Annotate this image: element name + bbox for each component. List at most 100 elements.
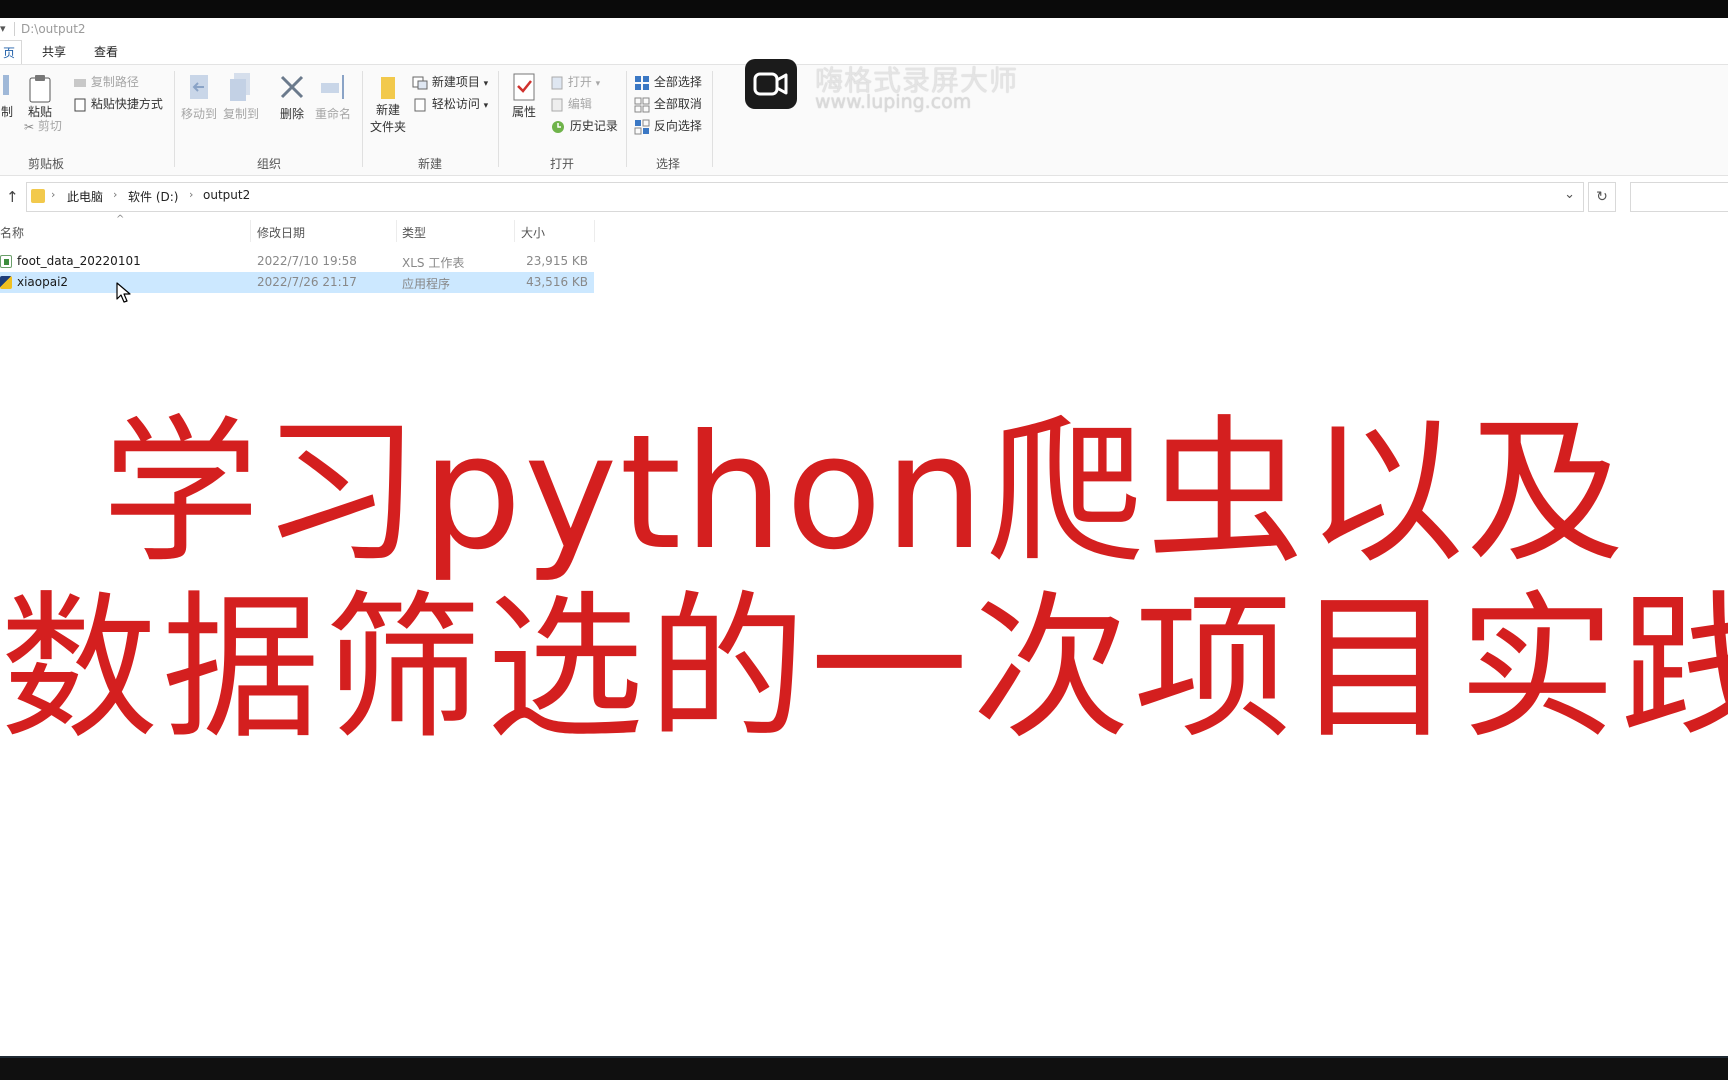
properties-check-icon <box>513 73 535 101</box>
easy-access-button[interactable]: 轻松访问 ▾ <box>412 95 488 113</box>
tab-share[interactable]: 共享 <box>36 40 72 64</box>
open-icon <box>551 76 563 89</box>
chevron-down-icon[interactable]: ⌄ <box>1564 187 1575 202</box>
file-size: 23,915 KB <box>526 254 588 268</box>
window-title-path: D:\output2 <box>21 22 86 36</box>
edit-icon <box>551 98 563 111</box>
caption-line-1: 学习python爬虫以及 <box>101 401 1627 585</box>
file-name: xiaopai2 <box>17 275 69 289</box>
copy-to-button[interactable]: 复制到 <box>220 71 262 122</box>
new-group-label: 新建 <box>418 157 443 171</box>
refresh-button[interactable]: ↻ <box>1588 182 1616 212</box>
file-row[interactable]: foot_data_20220101 2022/7/10 19:58 XLS 工… <box>0 251 594 272</box>
clipboard-group-label: 剪贴板 <box>28 157 65 171</box>
chevron-right-icon[interactable]: › <box>189 188 193 201</box>
caption-line-2: 数据筛选的一次项目实践 <box>0 577 1728 761</box>
breadcrumb-output2[interactable]: output2 <box>203 188 250 202</box>
folder-icon <box>31 189 45 203</box>
clipboard-icon <box>29 75 51 103</box>
column-header-size[interactable]: 大小 <box>521 224 545 241</box>
rename-label: 重命名 <box>314 107 351 121</box>
delete-button[interactable]: 删除 <box>272 71 312 122</box>
column-header-type[interactable]: 类型 <box>402 224 426 241</box>
file-type: XLS 工作表 <box>402 256 465 270</box>
select-none-icon <box>634 97 650 112</box>
open-group-label: 打开 <box>550 157 575 171</box>
column-header-name[interactable]: 名称 <box>0 224 24 241</box>
invert-selection-label: 反向选择 <box>653 119 702 133</box>
copy-to-label: 复制到 <box>222 107 259 121</box>
move-to-button[interactable]: 移动到 <box>178 71 220 122</box>
watermark-url: www.luping.com <box>815 91 972 113</box>
new-folder-label-2: 文件夹 <box>369 120 406 134</box>
quick-access-dropdown-icon[interactable]: ▾ <box>0 22 8 36</box>
open-button[interactable]: 打开 ▾ <box>550 73 600 91</box>
mouse-pointer-icon <box>116 282 131 303</box>
new-item-label: 新建项目 <box>431 75 480 89</box>
edit-button[interactable]: 编辑 <box>550 95 592 113</box>
tab-view[interactable]: 查看 <box>88 40 124 64</box>
select-none-button[interactable]: 全部取消 <box>634 95 702 113</box>
new-item-dropdown-icon: ▾ <box>483 79 489 89</box>
column-divider[interactable] <box>250 220 251 242</box>
address-bar[interactable]: › 此电脑 › 软件 (D:) › output2 ⌄ <box>26 182 1584 212</box>
open-dropdown-icon: ▾ <box>595 79 601 89</box>
new-item-icon <box>412 76 428 89</box>
cut-partial-label: 制 <box>0 105 13 119</box>
select-none-label: 全部取消 <box>653 97 702 111</box>
ribbon-separator <box>362 71 363 167</box>
select-all-button[interactable]: 全部选择 <box>634 73 702 91</box>
cut-partial-icon <box>3 75 9 95</box>
cut-label: 剪切 <box>37 119 62 133</box>
invert-selection-icon <box>634 119 650 134</box>
history-button[interactable]: 历史记录 <box>550 117 618 135</box>
column-divider[interactable] <box>514 220 515 242</box>
refresh-icon: ↻ <box>1596 189 1608 205</box>
copy-to-icon <box>230 73 250 101</box>
breadcrumb-drive-d[interactable]: 软件 (D:) <box>128 188 178 205</box>
breadcrumb-this-pc[interactable]: 此电脑 <box>67 188 103 205</box>
delete-label: 删除 <box>279 107 304 121</box>
column-header-date[interactable]: 修改日期 <box>257 224 305 241</box>
new-item-button[interactable]: 新建项目 ▾ <box>412 73 488 91</box>
paste-shortcut-button[interactable]: 粘贴快捷方式 <box>73 95 163 113</box>
cut-partial-button[interactable]: 制 <box>0 73 14 120</box>
title-bar: ▾ D:\output2 <box>0 18 1728 40</box>
file-date: 2022/7/26 21:17 <box>257 275 357 289</box>
invert-selection-button[interactable]: 反向选择 <box>634 117 702 135</box>
tab-home[interactable]: 页 <box>0 40 23 64</box>
video-camera-glyph <box>753 72 788 96</box>
select-all-icon <box>635 75 649 90</box>
bottom-black-bar <box>0 1058 1728 1080</box>
ribbon-separator <box>498 71 499 167</box>
up-arrow-icon[interactable]: ↑ <box>6 188 19 206</box>
sort-ascending-icon: ^ <box>116 214 125 225</box>
easy-access-dropdown-icon: ▾ <box>483 101 489 111</box>
top-black-bar <box>0 0 1728 18</box>
properties-button[interactable]: 属性 <box>506 71 542 120</box>
exe-file-icon <box>0 276 12 289</box>
xls-file-icon <box>0 255 12 268</box>
new-folder-button[interactable]: 新建 文件夹 <box>366 71 410 135</box>
column-divider[interactable] <box>594 220 595 242</box>
select-group-label: 选择 <box>656 157 681 171</box>
cut-button[interactable]: ✂ 剪切 <box>24 117 62 135</box>
file-name: foot_data_20220101 <box>17 254 141 268</box>
new-folder-icon <box>381 77 395 99</box>
paste-shortcut-label: 粘贴快捷方式 <box>90 97 163 111</box>
copy-path-label: 复制路径 <box>90 75 139 89</box>
new-folder-label-1: 新建 <box>375 103 400 117</box>
move-to-icon <box>190 75 208 99</box>
chevron-right-icon[interactable]: › <box>113 188 117 201</box>
paste-button[interactable]: 粘贴 <box>24 73 56 120</box>
video-camera-icon <box>745 59 797 109</box>
column-divider[interactable] <box>396 220 397 242</box>
copy-path-button[interactable]: 复制路径 <box>73 73 139 91</box>
easy-access-label: 轻松访问 <box>431 97 480 111</box>
file-row-selected[interactable]: xiaopai2 2022/7/26 21:17 应用程序 43,516 KB <box>0 272 594 293</box>
rename-button[interactable]: 重命名 <box>312 71 354 122</box>
ribbon-separator <box>712 71 713 167</box>
chevron-right-icon[interactable]: › <box>51 188 55 201</box>
move-to-label: 移动到 <box>180 107 217 121</box>
search-input[interactable] <box>1630 182 1728 212</box>
